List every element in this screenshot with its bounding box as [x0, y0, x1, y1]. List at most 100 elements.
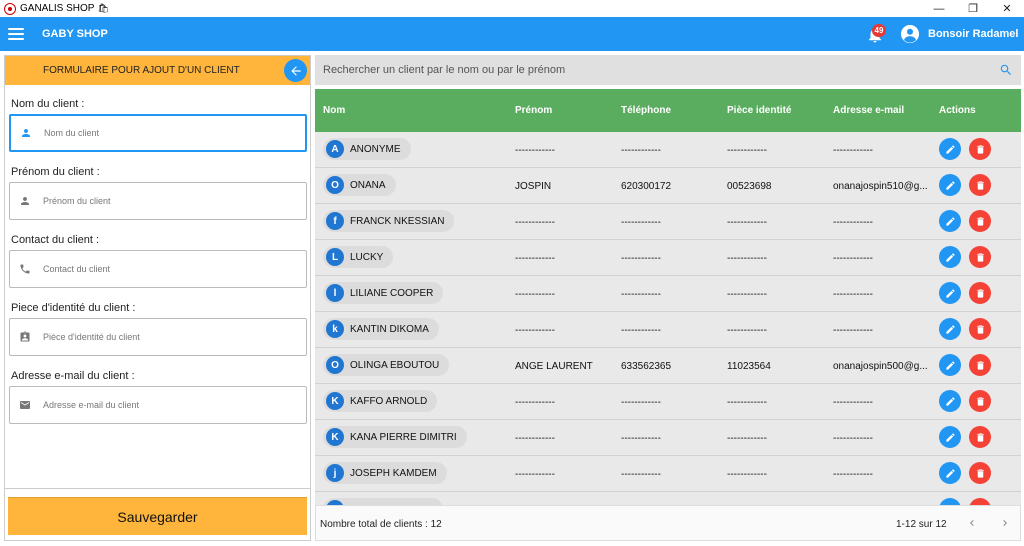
- client-id-placeholder: Pièce d'identité du client: [43, 332, 140, 342]
- delete-client-button[interactable]: [969, 390, 991, 412]
- client-name-chip[interactable]: L LUCKY: [323, 246, 394, 268]
- close-button[interactable]: ✕: [990, 0, 1024, 17]
- client-id-number: ------------: [727, 217, 767, 228]
- client-name: KANTIN DIKOMA: [350, 323, 429, 335]
- table-row[interactable]: L LUCKY ------------ ------------ ----------…: [315, 240, 1021, 276]
- maximize-button[interactable]: ❐: [956, 0, 990, 17]
- column-header-email[interactable]: Adresse e-mail: [833, 105, 904, 116]
- client-id-number: ------------: [727, 145, 767, 156]
- delete-client-button[interactable]: [969, 246, 991, 268]
- edit-client-button[interactable]: [939, 174, 961, 196]
- client-name-chip[interactable]: K KANA PIERRE DIMITRI: [323, 426, 467, 448]
- search-icon[interactable]: [999, 63, 1013, 77]
- table-row[interactable]: l LILIANE COOPER ------------ ------------ -…: [315, 276, 1021, 312]
- next-page-button[interactable]: [996, 514, 1014, 532]
- client-firstname: ------------: [515, 217, 555, 228]
- column-header-telephone[interactable]: Téléphone: [621, 105, 671, 116]
- trash-icon: [976, 432, 984, 442]
- client-name-chip[interactable]: l LILIANE COOPER: [323, 282, 444, 304]
- trash-icon: [976, 324, 984, 334]
- table-row[interactable]: f FRANCK NKESSIAN ------------ ------------…: [315, 204, 1021, 240]
- client-id-number: ------------: [727, 253, 767, 264]
- client-contact-field[interactable]: Contact du client: [9, 250, 307, 288]
- client-name-field[interactable]: Nom du client: [9, 114, 307, 152]
- trash-icon: [976, 144, 984, 154]
- client-name-chip[interactable]: k KANTIN DIKOMA: [323, 318, 439, 340]
- edit-client-button[interactable]: [939, 210, 961, 232]
- client-email-label: Adresse e-mail du client :: [11, 370, 135, 382]
- client-phone: ------------: [621, 145, 661, 156]
- edit-client-button[interactable]: [939, 318, 961, 340]
- delete-client-button[interactable]: [969, 318, 991, 340]
- client-firstname: ------------: [515, 145, 555, 156]
- client-name-chip[interactable]: O ONANA: [323, 174, 396, 196]
- column-header-prenom[interactable]: Prénom: [515, 105, 552, 116]
- client-initial-avatar: k: [326, 320, 344, 338]
- client-search-bar[interactable]: Rechercher un client par le nom ou par l…: [315, 55, 1021, 85]
- table-row[interactable]: O ONANA JOSPIN 620300172 00523698 onanajospin…: [315, 168, 1021, 204]
- edit-client-button[interactable]: [939, 246, 961, 268]
- client-initial-avatar: K: [326, 428, 344, 446]
- delete-client-button[interactable]: [969, 174, 991, 196]
- table-row[interactable]: [315, 492, 1021, 505]
- client-name-chip[interactable]: f FRANCK NKESSIAN: [323, 210, 455, 232]
- column-header-nom[interactable]: Nom: [323, 105, 345, 116]
- client-name: JOSEPH KAMDEM: [350, 467, 437, 479]
- client-email: onanajospin510@g...: [833, 181, 928, 192]
- client-initial-avatar: j: [326, 464, 344, 482]
- edit-client-button[interactable]: [939, 282, 961, 304]
- edit-client-button[interactable]: [939, 462, 961, 484]
- client-initial-avatar: L: [326, 248, 344, 266]
- client-id-number: ------------: [727, 325, 767, 336]
- edit-client-button[interactable]: [939, 390, 961, 412]
- client-firstname: ANGE LAURENT: [515, 361, 593, 372]
- mail-icon: [19, 399, 31, 411]
- edit-client-button[interactable]: [939, 426, 961, 448]
- delete-client-button[interactable]: [969, 354, 991, 376]
- table-row[interactable]: K KAFFO ARNOLD ------------ ------------ ---…: [315, 384, 1021, 420]
- client-name-chip[interactable]: A ANONYME: [323, 138, 411, 160]
- delete-client-button[interactable]: [969, 210, 991, 232]
- back-arrow-button[interactable]: [284, 59, 307, 82]
- delete-client-button[interactable]: [969, 498, 991, 505]
- client-firstname: ------------: [515, 469, 555, 480]
- column-header-piece-identite[interactable]: Pièce identité: [727, 105, 791, 116]
- table-row[interactable]: O OLINGA EBOUTOU ANGE LAURENT 633562365 1102…: [315, 348, 1021, 384]
- table-row[interactable]: j JOSEPH KAMDEM ------------ ------------ --…: [315, 456, 1021, 492]
- edit-client-button[interactable]: [939, 354, 961, 376]
- pencil-icon: [945, 396, 955, 406]
- client-name-chip[interactable]: K KAFFO ARNOLD: [323, 390, 438, 412]
- client-firstname-field[interactable]: Prénom du client: [9, 182, 307, 220]
- client-firstname: ------------: [515, 325, 555, 336]
- hamburger-menu-icon[interactable]: [8, 28, 24, 40]
- delete-client-button[interactable]: [969, 282, 991, 304]
- edit-client-button[interactable]: [939, 498, 961, 505]
- delete-client-button[interactable]: [969, 426, 991, 448]
- table-row[interactable]: K KANA PIERRE DIMITRI ------------ --------…: [315, 420, 1021, 456]
- client-name-chip[interactable]: j JOSEPH KAMDEM: [323, 462, 447, 484]
- delete-client-button[interactable]: [969, 138, 991, 160]
- prev-page-button[interactable]: [963, 514, 981, 532]
- client-firstname: ------------: [515, 253, 555, 264]
- edit-client-button[interactable]: [939, 138, 961, 160]
- client-contact-placeholder: Contact du client: [43, 264, 111, 274]
- client-email-field[interactable]: Adresse e-mail du client: [9, 386, 307, 424]
- pencil-icon: [945, 360, 955, 370]
- client-id-number: ------------: [727, 433, 767, 444]
- client-name: ONANA: [350, 179, 386, 191]
- client-id-field[interactable]: Pièce d'identité du client: [9, 318, 307, 356]
- user-avatar-icon[interactable]: [901, 25, 919, 43]
- pencil-icon: [945, 468, 955, 478]
- table-row[interactable]: A ANONYME ------------ ------------ --------…: [315, 132, 1021, 168]
- client-name-chip[interactable]: [323, 498, 443, 505]
- client-id-number: 11023564: [727, 361, 771, 372]
- form-divider: [5, 488, 310, 489]
- client-phone: ------------: [621, 397, 661, 408]
- table-row[interactable]: k KANTIN DIKOMA ------------ ------------ --…: [315, 312, 1021, 348]
- save-button[interactable]: Sauvegarder: [8, 497, 307, 535]
- form-title: FORMULAIRE POUR AJOUT D'UN CLIENT: [43, 65, 240, 76]
- client-name-chip[interactable]: O OLINGA EBOUTOU: [323, 354, 450, 376]
- delete-client-button[interactable]: [969, 462, 991, 484]
- minimize-button[interactable]: —: [922, 0, 956, 17]
- client-name-placeholder: Nom du client: [44, 128, 100, 138]
